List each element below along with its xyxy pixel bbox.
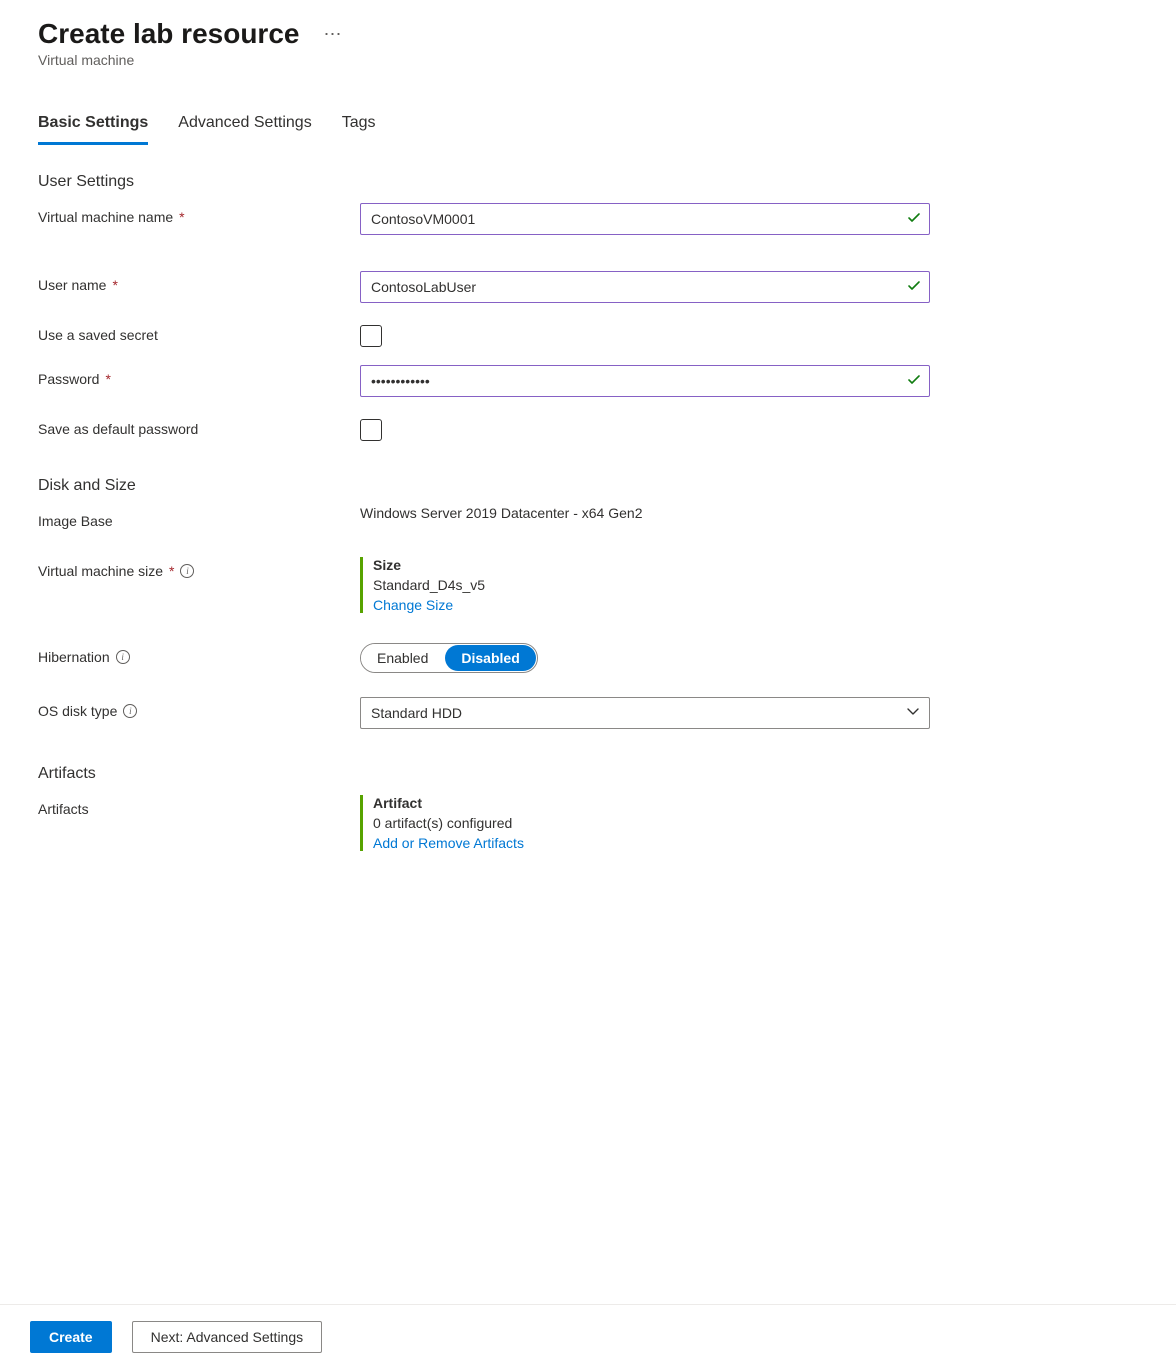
section-user-settings: User Settings — [38, 173, 1138, 191]
required-star: * — [112, 277, 117, 293]
info-icon[interactable]: i — [180, 564, 194, 578]
os-disk-type-select[interactable]: Standard HDD — [360, 697, 930, 729]
more-icon[interactable]: ⋯ — [319, 21, 345, 47]
add-remove-artifacts-link[interactable]: Add or Remove Artifacts — [373, 835, 524, 851]
required-star: * — [169, 563, 174, 579]
page-title: Create lab resource — [38, 18, 299, 50]
username-input[interactable] — [360, 271, 930, 303]
os-disk-type-label: OS disk type — [38, 703, 117, 719]
use-saved-secret-label: Use a saved secret — [38, 327, 158, 343]
image-base-value: Windows Server 2019 Datacenter - x64 Gen… — [360, 505, 930, 521]
password-input[interactable] — [360, 365, 930, 397]
vm-size-label: Virtual machine size — [38, 563, 163, 579]
create-button[interactable]: Create — [30, 1321, 112, 1353]
artifacts-card-title: Artifact — [373, 795, 930, 811]
password-label: Password — [38, 371, 99, 387]
vm-name-label: Virtual machine name — [38, 209, 173, 225]
hibernation-label: Hibernation — [38, 649, 110, 665]
section-disk-size: Disk and Size — [38, 477, 1138, 495]
vm-size-value: Standard_D4s_v5 — [373, 577, 930, 593]
tabs: Basic Settings Advanced Settings Tags — [38, 114, 1138, 145]
vm-name-input[interactable] — [360, 203, 930, 235]
artifacts-label: Artifacts — [38, 801, 89, 817]
tab-basic-settings[interactable]: Basic Settings — [38, 114, 148, 145]
save-default-password-label: Save as default password — [38, 421, 198, 437]
hibernation-toggle: Enabled Disabled — [360, 643, 538, 673]
artifacts-card: Artifact 0 artifact(s) configured Add or… — [360, 795, 930, 851]
use-saved-secret-checkbox[interactable] — [360, 325, 382, 347]
hibernation-disabled-option[interactable]: Disabled — [445, 645, 535, 671]
change-size-link[interactable]: Change Size — [373, 597, 453, 613]
hibernation-enabled-option[interactable]: Enabled — [361, 644, 444, 672]
info-icon[interactable]: i — [123, 704, 137, 718]
vm-size-card-title: Size — [373, 557, 930, 573]
required-star: * — [105, 371, 110, 387]
save-default-password-checkbox[interactable] — [360, 419, 382, 441]
required-star: * — [179, 209, 184, 225]
username-label: User name — [38, 277, 106, 293]
page-subtitle: Virtual machine — [38, 52, 1138, 68]
image-base-label: Image Base — [38, 513, 113, 529]
tab-advanced-settings[interactable]: Advanced Settings — [178, 114, 311, 145]
tab-tags[interactable]: Tags — [342, 114, 376, 145]
section-artifacts: Artifacts — [38, 765, 1138, 783]
vm-size-card: Size Standard_D4s_v5 Change Size — [360, 557, 930, 613]
artifacts-count: 0 artifact(s) configured — [373, 815, 930, 831]
next-advanced-button[interactable]: Next: Advanced Settings — [132, 1321, 323, 1353]
footer: Create Next: Advanced Settings — [0, 1304, 1176, 1369]
info-icon[interactable]: i — [116, 650, 130, 664]
